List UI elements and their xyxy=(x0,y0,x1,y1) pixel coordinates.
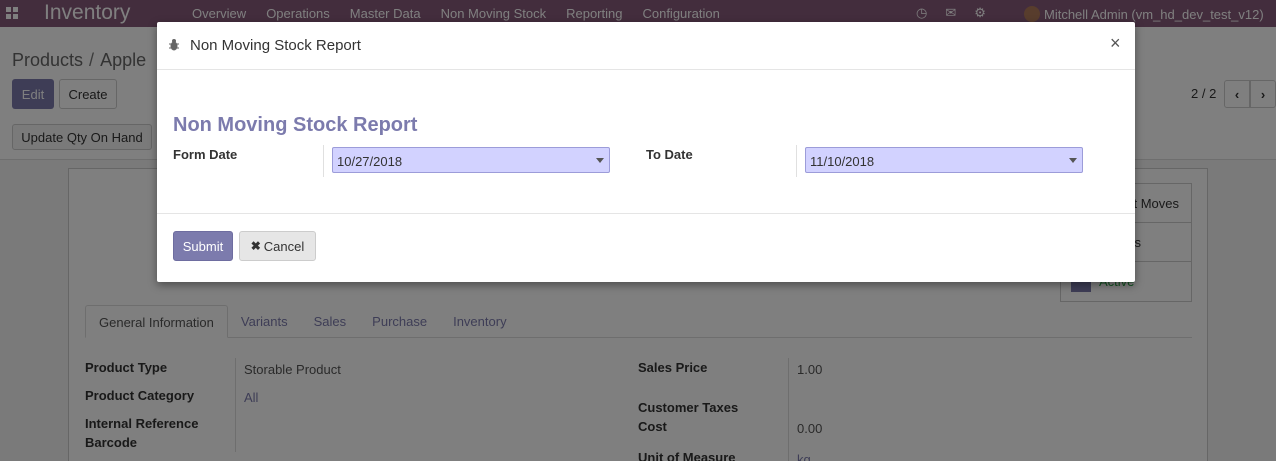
submit-button[interactable]: Submit xyxy=(173,231,233,261)
report-dialog: Non Moving Stock Report × Non Moving Sto… xyxy=(157,22,1135,282)
bug-icon xyxy=(169,39,179,51)
field-separator xyxy=(323,145,324,177)
chevron-down-icon[interactable] xyxy=(596,158,604,163)
close-icon: ✖ xyxy=(250,239,261,253)
dialog-header: Non Moving Stock Report × xyxy=(157,22,1135,70)
from-date-label: Form Date xyxy=(173,147,238,162)
to-date-value: 11/10/2018 xyxy=(810,154,875,169)
to-date-field[interactable]: 11/10/2018 xyxy=(805,147,1083,173)
dialog-title: Non Moving Stock Report xyxy=(190,37,361,54)
close-icon[interactable]: × xyxy=(1110,33,1121,54)
to-date-label: To Date xyxy=(646,147,693,162)
dialog-footer: Submit ✖ Cancel xyxy=(157,213,1135,282)
chevron-down-icon[interactable] xyxy=(1069,158,1077,163)
field-separator xyxy=(796,145,797,177)
from-date-field[interactable]: 10/27/2018 xyxy=(332,147,610,173)
cancel-button[interactable]: ✖ Cancel xyxy=(239,231,316,261)
cancel-label: Cancel xyxy=(263,238,305,254)
report-heading: Non Moving Stock Report xyxy=(173,114,418,136)
from-date-value: 10/27/2018 xyxy=(337,154,403,169)
